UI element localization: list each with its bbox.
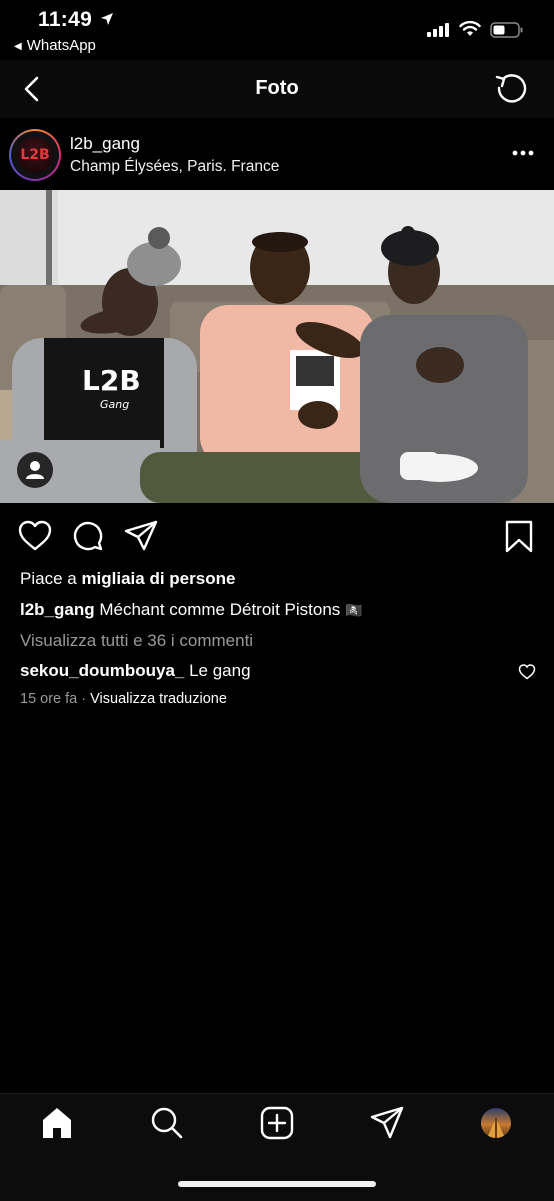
likes-summary[interactable]: Piace a migliaia di persone (20, 569, 235, 589)
battery-icon (490, 22, 523, 38)
likes-count: migliaia di persone (81, 569, 236, 588)
post-photo[interactable]: L2B Gang (0, 190, 554, 503)
post-meta: 15 ore fa · Visualizza traduzione (20, 691, 227, 707)
post-location[interactable]: Champ Élysées, Paris. France (70, 158, 279, 176)
more-options-icon[interactable] (512, 150, 534, 156)
save-bookmark-icon[interactable] (504, 520, 534, 554)
profile-avatar-tab[interactable] (481, 1108, 511, 1138)
view-all-comments-link[interactable]: Visualizza tutti e 36 i commenti (20, 631, 253, 651)
profile-avatar-image (487, 1118, 505, 1138)
home-indicator (178, 1181, 376, 1187)
status-bar: 11:49 ◀ WhatsApp (0, 0, 554, 60)
likes-prefix: Piace a (20, 569, 82, 588)
avatar-logo: L2B (17, 137, 53, 173)
comment-text: Le gang (184, 661, 251, 680)
search-icon[interactable] (150, 1106, 184, 1140)
page-title: Foto (255, 77, 299, 99)
like-heart-icon[interactable] (18, 520, 52, 552)
translate-link[interactable]: Visualizza traduzione (90, 691, 227, 707)
tagged-people-button[interactable] (17, 452, 53, 488)
signal-icon (427, 23, 449, 37)
caption-text: Méchant comme Détroit Pistons (94, 600, 345, 619)
photo-illustration: L2B Gang (0, 190, 554, 503)
avatar: L2B (11, 131, 59, 179)
status-time: 11:49 (38, 8, 93, 31)
shirt-logo-text: L2B (82, 364, 141, 397)
refresh-icon[interactable] (494, 71, 528, 105)
meta-separator: · (77, 691, 91, 707)
post-actions (0, 503, 554, 565)
post-header: L2B l2b_gang Champ Élysées, Paris. Franc… (0, 118, 554, 190)
comment-bubble-icon[interactable] (72, 520, 104, 552)
caption-emoji: 🏴‍☠️ (345, 602, 363, 618)
comment-username[interactable]: sekou_doumbouya_ (20, 661, 184, 680)
caption-username[interactable]: l2b_gang (20, 600, 95, 619)
story-ring[interactable]: L2B (9, 129, 61, 181)
location-arrow-icon (101, 13, 113, 25)
wifi-icon (459, 20, 481, 36)
back-to-app-link[interactable]: ◀ WhatsApp (14, 37, 96, 54)
time-ago: 15 ore fa (20, 691, 78, 707)
navigation-bar: Foto (0, 60, 554, 118)
post-username[interactable]: l2b_gang (70, 134, 140, 154)
post-caption: l2b_gang Méchant comme Détroit Pistons 🏴… (20, 600, 362, 620)
comment-like-heart-icon[interactable] (518, 664, 536, 680)
share-paper-plane-icon[interactable] (124, 520, 158, 552)
direct-messages-icon[interactable] (370, 1106, 404, 1140)
new-post-icon[interactable] (260, 1106, 294, 1140)
home-icon[interactable] (40, 1106, 74, 1140)
user-icon (26, 461, 44, 479)
comment-row: sekou_doumbouya_ Le gang (20, 661, 251, 681)
shirt-logo-subtext: Gang (100, 398, 129, 411)
back-triangle-icon: ◀ (14, 41, 22, 52)
back-app-label: WhatsApp (26, 37, 96, 54)
